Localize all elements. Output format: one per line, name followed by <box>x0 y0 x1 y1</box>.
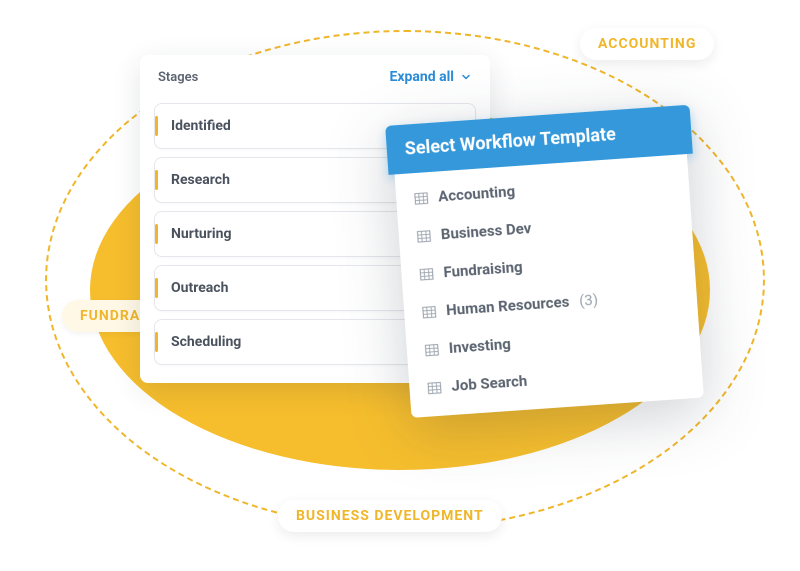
building-icon <box>424 342 439 357</box>
tag-accounting: ACCOUNTING <box>580 28 714 60</box>
workflow-item-label: Accounting <box>438 182 516 205</box>
building-icon <box>414 190 429 205</box>
building-icon <box>427 380 442 395</box>
workflow-item-label: Job Search <box>451 372 528 395</box>
workflow-item-label: Investing <box>448 335 511 357</box>
chevron-down-icon <box>460 71 472 83</box>
workflow-item-label: Fundraising <box>443 258 523 281</box>
building-icon <box>419 266 434 281</box>
workflow-list: Accounting Business Dev Fundraising <box>395 154 704 418</box>
expand-all-button[interactable]: Expand all <box>390 69 472 85</box>
workflow-item-label: Human Resources <box>446 293 570 320</box>
building-icon <box>422 304 437 319</box>
stages-header: Stages Expand all <box>140 55 490 95</box>
building-icon <box>416 228 431 243</box>
stages-title: Stages <box>158 70 198 85</box>
expand-all-label: Expand all <box>390 69 454 85</box>
tag-business-development: BUSINESS DEVELOPMENT <box>278 500 502 532</box>
workflow-template-dropdown: Select Workflow Template Accounting Busi… <box>385 105 710 419</box>
canvas: ACCOUNTING FUNDRASING BUSINESS DEVELOPME… <box>0 0 800 571</box>
workflow-item-count: (3) <box>579 291 599 310</box>
workflow-item-label: Business Dev <box>440 219 532 243</box>
